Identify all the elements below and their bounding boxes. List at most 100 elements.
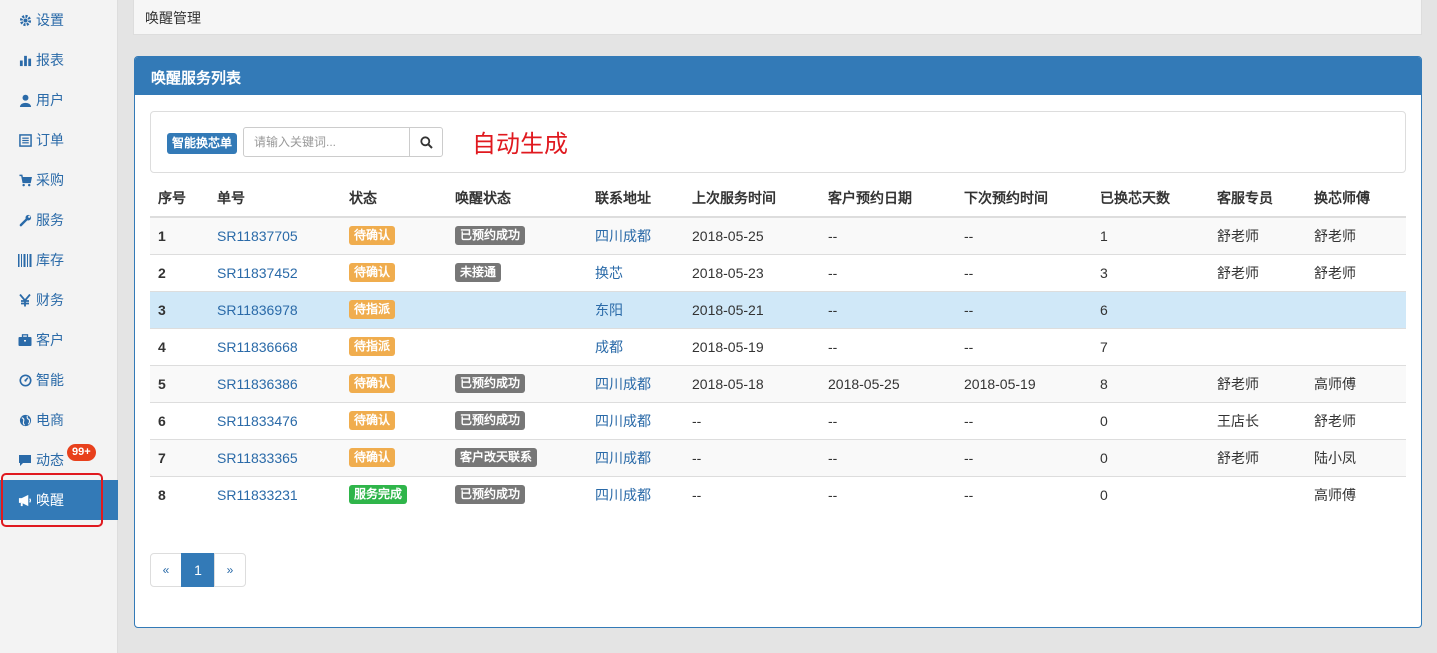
column-header[interactable]: 单号 — [209, 179, 341, 218]
order-id-link[interactable]: SR11833365 — [217, 450, 298, 466]
search-button[interactable] — [409, 127, 443, 157]
sidebar-item-label: 智能 — [36, 372, 64, 388]
bar-chart-icon — [18, 53, 32, 67]
wake-status-cell: 已预约成功 — [447, 216, 587, 254]
order-id-link[interactable]: SR11837452 — [217, 265, 298, 281]
column-header[interactable]: 已换芯天数 — [1092, 179, 1209, 218]
smart-order-tag[interactable]: 智能换芯单 — [167, 133, 238, 154]
row-number: 4 — [150, 327, 209, 365]
wrench-icon — [18, 213, 32, 227]
table-row[interactable]: 5 SR11836386 待确认 已预约成功 四川成都 2018-05-18 2018-05… — [150, 364, 1406, 402]
order-id-link[interactable]: SR11833231 — [217, 487, 298, 503]
address-link[interactable]: 成都 — [595, 339, 623, 355]
address-link[interactable]: 四川成都 — [595, 376, 651, 392]
order-id-cell: SR11833231 — [209, 475, 341, 513]
order-id-cell: SR11837452 — [209, 253, 341, 291]
column-header[interactable]: 唤醒状态 — [447, 179, 587, 218]
wake-status-badge: 未接通 — [455, 263, 502, 282]
status-badge: 待确认 — [349, 263, 396, 282]
customer-service-agent — [1209, 475, 1306, 513]
sidebar-item[interactable]: 财务 — [0, 280, 118, 320]
pagination-prev[interactable]: « — [150, 553, 182, 587]
address-link[interactable]: 四川成都 — [595, 413, 651, 429]
days-since-change: 0 — [1092, 475, 1209, 513]
sidebar-item-label: 订单 — [36, 132, 64, 148]
next-appointment-time: -- — [956, 401, 1092, 439]
sidebar-item[interactable]: 设置 — [0, 0, 118, 40]
technician — [1306, 327, 1406, 365]
address-link[interactable]: 四川成都 — [595, 450, 651, 466]
globe-icon — [18, 413, 32, 427]
sidebar-item-label: 客户 — [36, 332, 64, 348]
order-id-cell: SR11833365 — [209, 438, 341, 476]
status-badge: 待确认 — [349, 411, 396, 430]
sidebar-item[interactable]: 动态 — [0, 440, 118, 480]
column-header[interactable]: 换芯师傅 — [1306, 179, 1406, 218]
next-appointment-time: -- — [956, 253, 1092, 291]
days-since-change: 1 — [1092, 216, 1209, 254]
order-id-link[interactable]: SR11836978 — [217, 302, 298, 318]
table-row[interactable]: 6 SR11833476 待确认 已预约成功 四川成都 -- -- -- 0 王店长 舒老师 — [150, 401, 1406, 439]
status-cell: 待确认 — [341, 364, 447, 402]
column-header[interactable]: 客户预约日期 — [820, 179, 956, 218]
sidebar-item[interactable]: 唤醒 — [0, 480, 118, 520]
column-header[interactable]: 状态 — [341, 179, 447, 218]
auto-generate-annotation: 自动生成 — [472, 131, 568, 158]
table-row[interactable]: 1 SR11837705 待确认 已预约成功 四川成都 2018-05-25 -- -- 1 舒老… — [150, 216, 1406, 254]
sidebar-item-label: 设置 — [36, 12, 64, 28]
order-id-link[interactable]: SR11836386 — [217, 376, 298, 392]
technician — [1306, 290, 1406, 328]
search-input[interactable]: 请输入关键词... — [243, 127, 410, 157]
pagination-page-1[interactable]: 1 — [181, 553, 215, 587]
status-badge: 待确认 — [349, 226, 396, 246]
sidebar-item[interactable]: 客户 — [0, 320, 118, 360]
table-row[interactable]: 8 SR11833231 服务完成 已预约成功 四川成都 -- -- -- 0 高师傅 — [150, 475, 1406, 513]
last-service-time: 2018-05-25 — [684, 216, 820, 254]
row-number: 5 — [150, 364, 209, 402]
gear-icon — [18, 13, 32, 27]
pagination-next[interactable]: » — [214, 553, 246, 587]
wake-status-cell: 未接通 — [447, 253, 587, 291]
appointment-date: -- — [820, 475, 956, 513]
sidebar-item[interactable]: 电商 — [0, 400, 118, 440]
sidebar-item[interactable]: 订单 — [0, 120, 118, 160]
table-row[interactable]: 7 SR11833365 待确认 客户改天联系 四川成都 -- -- -- 0 舒老师 陆小凤 — [150, 438, 1406, 476]
sidebar-item[interactable]: 智能 — [0, 360, 118, 400]
order-id-link[interactable]: SR11833476 — [217, 413, 298, 429]
table-row[interactable]: 4 SR11836668 待指派 成都 2018-05-19 -- -- 7 — [150, 327, 1406, 365]
sidebar-item-label: 唤醒 — [36, 492, 64, 508]
address-link[interactable]: 四川成都 — [595, 228, 651, 244]
next-appointment-time: 2018-05-19 — [956, 364, 1092, 402]
technician: 舒老师 — [1306, 216, 1406, 254]
address-cell: 换芯 — [587, 253, 684, 291]
table-row[interactable]: 2 SR11837452 待确认 未接通 换芯 2018-05-23 -- -- 3 舒老师 舒老师 — [150, 253, 1406, 291]
sidebar-item[interactable]: 服务 — [0, 200, 118, 240]
column-header[interactable]: 下次预约时间 — [956, 179, 1092, 218]
address-link[interactable]: 换芯 — [595, 265, 623, 281]
sidebar-item[interactable]: 采购 — [0, 160, 118, 200]
sidebar-item[interactable]: 库存 — [0, 240, 118, 280]
status-badge: 服务完成 — [349, 485, 408, 505]
column-header[interactable]: 联系地址 — [587, 179, 684, 218]
days-since-change: 7 — [1092, 327, 1209, 365]
order-id-link[interactable]: SR11837705 — [217, 228, 298, 244]
column-header[interactable]: 客服专员 — [1209, 179, 1306, 218]
table-row[interactable]: 3 SR11836978 待指派 东阳 2018-05-21 -- -- 6 — [150, 290, 1406, 328]
order-id-link[interactable]: SR11836668 — [217, 339, 298, 355]
order-id-cell: SR11836386 — [209, 364, 341, 402]
user-icon — [18, 93, 32, 107]
sidebar-item[interactable]: 报表 — [0, 40, 118, 80]
last-service-time: 2018-05-18 — [684, 364, 820, 402]
status-cell: 待指派 — [341, 290, 447, 328]
customer-service-agent: 舒老师 — [1209, 216, 1306, 254]
column-header[interactable]: 上次服务时间 — [684, 179, 820, 218]
customer-service-agent: 舒老师 — [1209, 253, 1306, 291]
column-header[interactable]: 序号 — [150, 179, 209, 218]
address-link[interactable]: 东阳 — [595, 302, 623, 318]
wake-status-cell: 已预约成功 — [447, 364, 587, 402]
customer-service-agent: 舒老师 — [1209, 364, 1306, 402]
list-icon — [18, 133, 32, 147]
sidebar-item[interactable]: 用户 — [0, 80, 118, 120]
address-link[interactable]: 四川成都 — [595, 487, 651, 503]
wake-status-badge: 已预约成功 — [455, 485, 526, 505]
